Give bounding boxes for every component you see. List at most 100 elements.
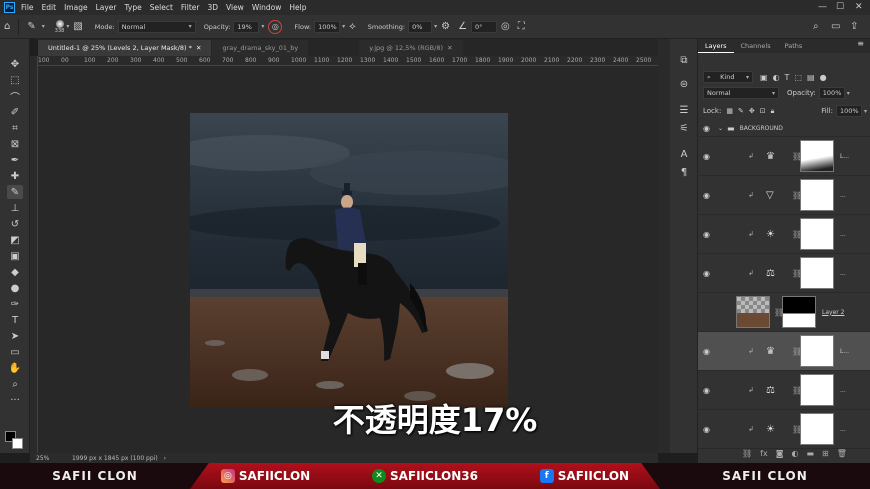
blur-tool-icon[interactable]: ◆ (7, 265, 23, 279)
brush-settings-icon[interactable]: ▧ (73, 21, 82, 32)
smart-object-filter-icon[interactable]: ▤ (807, 73, 815, 82)
lock-position-icon[interactable]: ✥ (749, 107, 755, 115)
libraries-icon[interactable]: ⚟ (676, 123, 692, 134)
layer-mask-thumbnail[interactable] (800, 413, 834, 445)
layer-name[interactable]: ... (840, 231, 846, 238)
menu-layer[interactable]: Layer (96, 3, 117, 12)
tab-horse[interactable]: y.jpg @ 12,5% (RGB/8) ✕ (359, 40, 463, 56)
tab-sky[interactable]: gray_drama_sky_01_by (212, 40, 309, 56)
character-icon[interactable]: A (676, 149, 692, 160)
eye-icon[interactable]: ◉ (703, 152, 710, 161)
facebook-handle[interactable]: f SAFIICLON (539, 469, 629, 483)
eye-icon[interactable]: ◉ (703, 347, 710, 356)
fill-input[interactable]: 100% (835, 105, 862, 117)
menu-select[interactable]: Select (150, 3, 173, 12)
lock-image-icon[interactable]: ✎ (738, 107, 744, 115)
angle-input[interactable]: 0° (471, 20, 498, 33)
marquee-tool-icon[interactable]: ⬚ (7, 73, 23, 87)
layer-name[interactable]: L... (840, 153, 849, 160)
lasso-tool-icon[interactable]: ⌒ (7, 89, 23, 104)
tab-channels[interactable]: Channels (734, 39, 778, 53)
background-color-swatch[interactable] (12, 438, 23, 449)
pixel-filter-icon[interactable]: ▣ (760, 73, 768, 82)
add-mask-icon[interactable]: ◙ (776, 449, 784, 458)
tab-paths[interactable]: Paths (778, 39, 810, 53)
layer-thumbnail[interactable] (736, 296, 770, 328)
layer-row[interactable]: ◉ ↲ ⚖ ⛓... (698, 371, 870, 410)
tab-untitled-1[interactable]: Untitled-1 @ 25% (Levels 2, Layer Mask/8… (38, 40, 212, 56)
chevron-down-icon[interactable]: ⌄ (718, 125, 723, 132)
eye-icon[interactable]: ◉ (703, 386, 710, 395)
pressure-opacity-icon[interactable]: ◎ (268, 19, 283, 34)
flow-input[interactable]: 100% (314, 20, 341, 33)
layer-row[interactable]: ◉ ↲ ⚖ ⛓... (698, 254, 870, 293)
lock-artboard-icon[interactable]: ⊡ (760, 107, 766, 115)
adjustment-filter-icon[interactable]: ◐ (773, 73, 780, 82)
layer-opacity-input[interactable]: 100% (818, 87, 845, 99)
history-icon[interactable]: ⧉ (676, 55, 692, 66)
brush-tool-icon[interactable]: ✎ (7, 185, 23, 199)
lock-all-icon[interactable]: 🔒︎ (771, 107, 775, 116)
menu-file[interactable]: File (21, 3, 34, 12)
tab-layers[interactable]: Layers (698, 39, 734, 53)
eraser-tool-icon[interactable]: ◩ (7, 233, 23, 247)
menu-help[interactable]: Help (289, 3, 306, 12)
brightness-icon[interactable]: ☀ (766, 424, 775, 435)
menu-type[interactable]: Type (125, 3, 142, 12)
new-layer-icon[interactable]: ⊞ (822, 449, 829, 458)
type-filter-icon[interactable]: T (785, 73, 790, 82)
hand-tool-icon[interactable]: ✋ (7, 361, 23, 375)
levels-icon[interactable]: ♛ (766, 151, 775, 162)
rectangle-tool-icon[interactable]: ▭ (7, 345, 23, 359)
path-select-tool-icon[interactable]: ➤ (7, 329, 23, 343)
quick-select-tool-icon[interactable]: ✐ (7, 105, 23, 119)
gear-icon[interactable]: ⚙ (441, 21, 450, 32)
pen-tool-icon[interactable]: ✑ (7, 297, 23, 311)
clone-stamp-tool-icon[interactable]: ⊥ (7, 201, 23, 215)
layer-mask-thumbnail[interactable] (800, 257, 834, 289)
layer-mask-thumbnail[interactable] (800, 374, 834, 406)
eye-icon[interactable]: ◉ (703, 230, 710, 239)
history-brush-tool-icon[interactable]: ↺ (7, 217, 23, 231)
shape-filter-icon[interactable]: ⬚ (794, 73, 802, 82)
eyedropper-tool-icon[interactable]: ✒ (7, 153, 23, 167)
mode-select[interactable]: Normal ▾ (117, 20, 196, 33)
kind-filter-select[interactable]: ⌕ Kind ▾ (703, 71, 753, 83)
close-icon[interactable]: ✕ (855, 2, 863, 12)
share-icon[interactable]: ⇪ (850, 21, 858, 32)
trash-icon[interactable]: 🗑︎ (837, 449, 847, 458)
healing-brush-tool-icon[interactable]: ✚ (7, 169, 23, 183)
chevron-down-icon[interactable]: ▾ (66, 23, 69, 30)
paragraph-icon[interactable]: ¶ (676, 167, 692, 178)
chevron-down-icon[interactable]: ▾ (847, 90, 850, 97)
menu-edit[interactable]: Edit (42, 3, 57, 12)
close-icon[interactable]: ✕ (196, 44, 201, 52)
crop-tool-icon[interactable]: ⌗ (7, 121, 23, 135)
eye-icon[interactable]: ◉ (703, 124, 710, 133)
menu-view[interactable]: View (226, 3, 244, 12)
chevron-down-icon[interactable]: ▾ (342, 23, 345, 30)
zoom-tool-icon[interactable]: ⌕ (7, 377, 23, 391)
layer-mask-thumbnail[interactable] (800, 140, 834, 172)
chevron-down-icon[interactable]: ▾ (434, 23, 437, 30)
pressure-size-icon[interactable]: ◎ (501, 21, 510, 32)
minimize-icon[interactable]: — (818, 2, 827, 12)
layer-name[interactable]: ... (840, 426, 846, 433)
layer-row[interactable]: ◉ ↲ ☀ ⛓... (698, 215, 870, 254)
levels-icon[interactable]: ♛ (766, 346, 775, 357)
properties-icon[interactable]: ⊜ (676, 79, 692, 90)
layer-name[interactable]: L... (840, 348, 849, 355)
xbox-handle[interactable]: ✕ SAFIICLON36 (371, 469, 478, 483)
layer-row[interactable]: ◉ ↲ ▽ ⛓... (698, 176, 870, 215)
close-icon[interactable]: ✕ (447, 44, 452, 52)
blend-mode-select[interactable]: Normal ▾ (703, 87, 779, 99)
layer-name[interactable]: ... (840, 192, 846, 199)
menu-image[interactable]: Image (64, 3, 88, 12)
adjustment-layer-icon[interactable]: ◐ (791, 449, 798, 458)
layer-mask-thumbnail[interactable] (800, 335, 834, 367)
layer-name[interactable]: Layer 2 (822, 309, 844, 316)
zoom-level[interactable]: 25% (36, 455, 66, 462)
brush-tool-icon[interactable]: ✎ (27, 21, 35, 32)
chevron-down-icon[interactable]: ▾ (42, 23, 45, 30)
adjustments-icon[interactable]: ☰ (676, 105, 692, 116)
